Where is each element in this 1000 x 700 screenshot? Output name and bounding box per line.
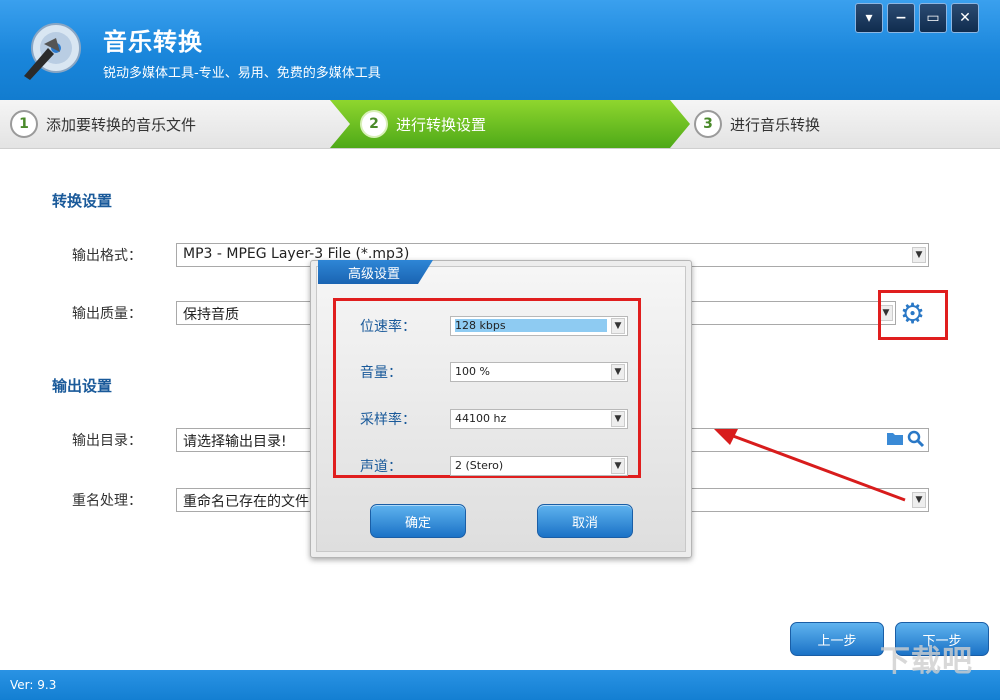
samplerate-label: 采样率： xyxy=(360,412,416,428)
app-title: 音乐转换 xyxy=(103,28,203,56)
ok-button[interactable]: 确定 xyxy=(370,504,466,538)
prev-button[interactable]: 上一步 xyxy=(790,622,884,656)
format-label: 输出格式： xyxy=(72,248,142,264)
output-settings-title: 输出设置 xyxy=(52,377,113,395)
status-bar: Ver: 9.3 xyxy=(0,670,1000,700)
step-start-convert[interactable]: 3 进行音乐转换 xyxy=(694,100,820,148)
step-number: 3 xyxy=(694,110,722,138)
app-logo-icon xyxy=(18,18,82,82)
step-label: 进行转换设置 xyxy=(396,115,487,134)
version-text: Ver: 9.3 xyxy=(10,678,57,692)
dropdown-arrow-icon[interactable]: ▼ xyxy=(611,458,625,474)
gear-icon[interactable]: ⚙ xyxy=(900,300,928,328)
samplerate-select[interactable]: 44100 hz ▼ xyxy=(450,409,628,429)
step-label: 添加要转换的音乐文件 xyxy=(46,115,197,134)
maximize-button[interactable]: ▭ xyxy=(919,3,947,33)
channel-value: 2 (Stero) xyxy=(455,459,504,472)
quality-value: 保持音质 xyxy=(183,307,239,323)
bitrate-label: 位速率： xyxy=(360,319,416,335)
minimize-button[interactable]: − xyxy=(887,3,915,33)
dropdown-arrow-icon[interactable]: ▼ xyxy=(611,318,625,334)
samplerate-value: 44100 hz xyxy=(455,412,507,425)
quality-label: 输出质量： xyxy=(72,306,142,322)
bitrate-value: 128 kbps xyxy=(455,319,607,332)
step-number: 1 xyxy=(10,110,38,138)
dir-value: 请选择输出目录! xyxy=(183,434,287,450)
volume-label: 音量： xyxy=(360,365,402,381)
close-button[interactable]: ✕ xyxy=(951,3,979,33)
dropdown-arrow-icon[interactable]: ▼ xyxy=(611,364,625,380)
steps-bar: 1 添加要转换的音乐文件 2 进行转换设置 3 进行音乐转换 xyxy=(0,100,1000,149)
window-controls: ▾ − ▭ ✕ xyxy=(855,3,979,33)
dir-label: 输出目录： xyxy=(72,433,142,449)
step-number: 2 xyxy=(360,110,388,138)
dropdown-arrow-icon[interactable]: ▼ xyxy=(912,247,926,263)
bitrate-select[interactable]: 128 kbps ▼ xyxy=(450,316,628,336)
app-subtitle: 锐动多媒体工具-专业、易用、免费的多媒体工具 xyxy=(103,66,381,81)
dialog-title: 高级设置 xyxy=(318,260,433,284)
step-add-files[interactable]: 1 添加要转换的音乐文件 xyxy=(10,100,196,148)
channel-label: 声道： xyxy=(360,459,402,475)
volume-value: 100 % xyxy=(455,365,490,378)
dropdown-arrow-icon[interactable]: ▼ xyxy=(611,411,625,427)
annotation-arrow xyxy=(714,429,906,502)
volume-select[interactable]: 100 % ▼ xyxy=(450,362,628,382)
step-label: 进行音乐转换 xyxy=(730,115,821,134)
rename-label: 重名处理： xyxy=(72,493,142,509)
watermark: 下载吧 xyxy=(880,644,973,679)
cancel-button[interactable]: 取消 xyxy=(537,504,633,538)
step-convert-settings[interactable]: 2 进行转换设置 xyxy=(330,100,690,148)
convert-settings-title: 转换设置 xyxy=(52,192,113,210)
channel-select[interactable]: 2 (Stero) ▼ xyxy=(450,456,628,476)
rename-value: 重命名已存在的文件 xyxy=(183,494,309,510)
menu-button[interactable]: ▾ xyxy=(855,3,883,33)
